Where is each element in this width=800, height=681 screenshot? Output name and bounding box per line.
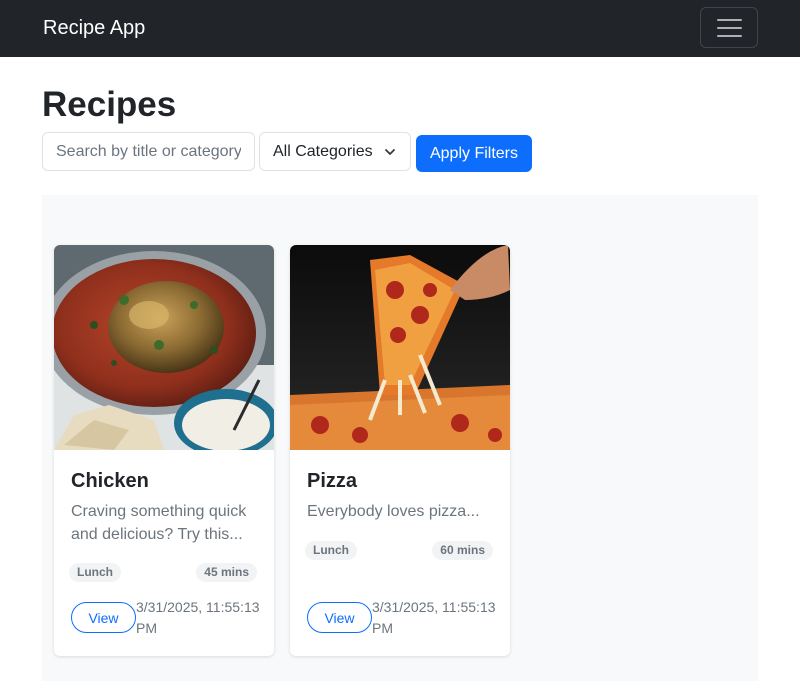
roast-chicken-in-curry-photo (54, 245, 274, 450)
recipe-title: Pizza (307, 470, 358, 492)
recipe-card: Pizza Everybody loves pizza... Lunch 60 … (290, 245, 510, 656)
hamburger-menu-icon (716, 26, 742, 29)
recipe-timestamp: 3/31/2025, 11:55:13 PM (136, 599, 260, 636)
view-recipe-button[interactable]: View (71, 602, 136, 633)
recipe-description: Everybody loves pizza... (307, 503, 480, 520)
top-navbar: Recipe App (0, 0, 800, 57)
recipe-card: Chicken Craving something quick and deli… (54, 245, 274, 656)
time-badge: 45 mins (196, 563, 257, 582)
category-badge: Lunch (305, 541, 357, 560)
search-input[interactable] (42, 132, 255, 171)
hamburger-menu-icon (716, 34, 742, 37)
apply-filters-button[interactable]: Apply Filters (416, 135, 532, 172)
recipe-title: Chicken (71, 470, 149, 492)
time-badge: 60 mins (432, 541, 493, 560)
pepperoni-pizza-slice-photo (290, 245, 510, 450)
navbar-toggle-button[interactable] (700, 7, 758, 48)
hamburger-menu-icon (716, 18, 742, 21)
category-badge: Lunch (69, 563, 121, 582)
brand-link[interactable]: Recipe App (43, 16, 145, 40)
view-recipe-button[interactable]: View (307, 602, 372, 633)
category-select[interactable]: All Categories (259, 132, 411, 171)
recipe-description: Craving something quick and delicious? T… (71, 503, 247, 543)
category-select-value: All Categories (273, 142, 373, 160)
chevron-down-icon (385, 149, 395, 155)
recipe-timestamp: 3/31/2025, 11:55:13 PM (372, 599, 496, 636)
page-title: Recipes (42, 85, 177, 124)
